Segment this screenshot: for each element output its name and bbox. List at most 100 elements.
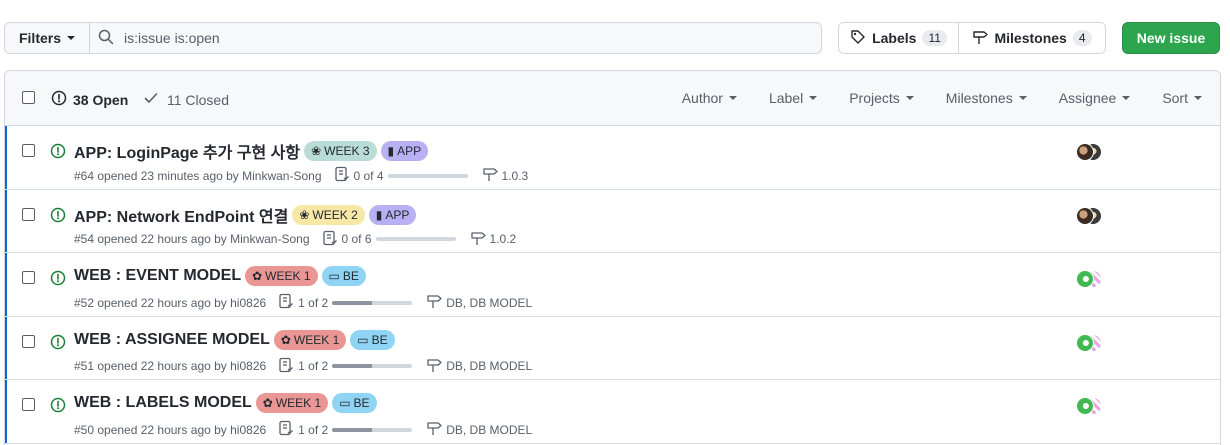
assignee-filter[interactable]: Assignee: [1059, 90, 1131, 106]
issue-title-line: APP: Network EndPoint 연결 ❀ WEEK 2 ▮ APP: [74, 203, 417, 227]
issue-label-text: APP: [397, 144, 422, 158]
issue-milestone[interactable]: 1.0.2: [470, 230, 516, 249]
task-count: 1 of 2: [298, 359, 329, 373]
milestones-button[interactable]: Milestones 4: [959, 23, 1105, 53]
flower-icon: ❀: [311, 144, 322, 158]
assignee-avatars[interactable]: [1076, 333, 1108, 355]
tulip-icon: ✿: [252, 269, 263, 283]
issue-milestone[interactable]: DB, DB MODEL: [426, 293, 532, 312]
issue-row[interactable]: APP: LoginPage 추가 구현 사항 ❀ WEEK 3 ▮ APP #64 …: [5, 126, 1220, 190]
sort-filter[interactable]: Sort: [1162, 90, 1202, 106]
milestone-icon: [470, 230, 486, 249]
closed-issues-toggle[interactable]: 11 Closed: [143, 90, 229, 109]
issue-labels: ✿ WEEK 1 ▭ BE: [255, 393, 377, 413]
flower-icon: ❀: [299, 207, 310, 222]
issue-checkbox[interactable]: [22, 334, 35, 348]
assignee-avatars[interactable]: [1076, 269, 1108, 291]
task-progress: 1 of 2: [278, 293, 413, 312]
issue-label[interactable]: ▮ APP: [380, 141, 429, 161]
avatar: [1076, 397, 1094, 415]
issue-row[interactable]: WEB : LABELS MODEL ✿ WEEK 1 ▭ BE #50 opened…: [5, 380, 1220, 444]
issue-opened-icon: [50, 334, 66, 353]
issue-opened-icon: [51, 90, 67, 109]
milestone-name: DB, DB MODEL: [446, 359, 533, 373]
issue-meta: #52 opened 22 hours ago by hi0826 1 of 2…: [74, 293, 532, 312]
issue-meta: #64 opened 23 minutes ago by Minkwan-Son…: [74, 166, 528, 185]
issue-checkbox[interactable]: [22, 398, 35, 411]
issue-title[interactable]: WEB : LABELS MODEL: [74, 394, 252, 412]
issue-checkbox[interactable]: [22, 271, 35, 284]
assignee-avatars[interactable]: [1076, 396, 1108, 418]
issue-label[interactable]: ▭ BE: [350, 329, 395, 350]
issue-label-text: BE: [353, 396, 370, 410]
issue-opened-info: #64 opened 23 minutes ago by Minkwan-Son…: [74, 168, 322, 183]
issue-title[interactable]: APP: LoginPage 추가 구현 사항: [74, 139, 300, 163]
issue-opened-icon: [50, 143, 66, 162]
label-filter[interactable]: Label: [769, 90, 818, 106]
search-box[interactable]: [90, 22, 822, 54]
issue-labels: ✿ WEEK 1 ▭ BE: [273, 329, 395, 350]
issue-meta: #54 opened 22 hours ago by Minkwan-Song …: [74, 230, 516, 249]
issue-label[interactable]: ✿ WEEK 1: [245, 266, 318, 286]
issue-row[interactable]: WEB : ASSIGNEE MODEL ✿ WEEK 1 ▭ BE #51 open…: [5, 316, 1220, 380]
caret-down-icon: [1122, 96, 1131, 100]
issue-label[interactable]: ▭ BE: [321, 266, 366, 286]
search-input[interactable]: [124, 30, 724, 46]
select-all-checkbox[interactable]: [22, 91, 35, 104]
author-filter-label: Author: [681, 90, 723, 106]
issue-milestone[interactable]: DB, DB MODEL: [426, 420, 532, 439]
issue-label[interactable]: ❀ WEEK 3: [304, 141, 377, 161]
issue-milestone[interactable]: 1.0.3: [482, 166, 528, 185]
search-icon: [98, 29, 114, 48]
tag-icon: [850, 29, 866, 48]
issue-title[interactable]: WEB : ASSIGNEE MODEL: [74, 331, 270, 349]
issue-title-line: WEB : LABELS MODEL ✿ WEEK 1 ▭ BE: [74, 393, 377, 413]
assignee-avatars[interactable]: [1076, 142, 1108, 164]
projects-filter[interactable]: Projects: [849, 90, 914, 106]
assignee-avatars[interactable]: [1076, 206, 1108, 228]
issue-labels: ✿ WEEK 1 ▭ BE: [245, 266, 366, 286]
task-progress: 1 of 2: [278, 420, 413, 439]
issue-label[interactable]: ▭ BE: [332, 393, 377, 413]
issue-checkbox[interactable]: [22, 207, 35, 221]
issue-label[interactable]: ▮ APP: [368, 204, 417, 225]
issue-milestone[interactable]: DB, DB MODEL: [426, 357, 532, 376]
issues-toolbar: Filters Labels 11 Milestones 4 New issue: [4, 22, 1222, 54]
issue-label[interactable]: ✿ WEEK 1: [255, 393, 329, 413]
new-issue-button[interactable]: New issue: [1122, 22, 1220, 54]
issue-row[interactable]: APP: Network EndPoint 연결 ❀ WEEK 2 ▮ APP #54…: [5, 189, 1220, 253]
milestones-count: 4: [1072, 30, 1092, 46]
issues-box: 38 Open 11 Closed Author Label Projects …: [4, 70, 1221, 445]
issue-label-text: APP: [385, 207, 410, 222]
milestone-icon: [426, 420, 442, 439]
sort-filter-label: Sort: [1162, 90, 1188, 106]
caret-down-icon: [728, 96, 737, 100]
tasklist-icon: [278, 293, 294, 312]
task-count: 1 of 2: [298, 422, 329, 437]
issue-label[interactable]: ❀ WEEK 2: [292, 204, 365, 225]
computer-icon: ▭: [357, 332, 369, 347]
projects-filter-label: Projects: [849, 90, 900, 106]
issue-label[interactable]: ✿ WEEK 1: [273, 329, 347, 350]
issue-labels: ❀ WEEK 2 ▮ APP: [292, 204, 417, 225]
caret-down-icon: [67, 36, 75, 40]
author-filter[interactable]: Author: [682, 90, 737, 106]
open-issues-toggle[interactable]: 38 Open: [51, 90, 128, 109]
issue-row[interactable]: WEB : EVENT MODEL ✿ WEEK 1 ▭ BE #52 opened …: [5, 253, 1220, 317]
task-progress-bar: [332, 427, 413, 432]
issue-title[interactable]: APP: Network EndPoint 연결: [74, 203, 288, 227]
milestone-name: DB, DB MODEL: [446, 422, 533, 437]
open-issues-label: 38 Open: [73, 91, 129, 108]
issue-title[interactable]: WEB : EVENT MODEL: [74, 267, 241, 285]
filters-label: Filters: [18, 30, 61, 46]
issue-label-text: BE: [342, 269, 359, 283]
assignee-filter-label: Assignee: [1058, 90, 1117, 106]
task-progress: 1 of 2: [278, 357, 413, 376]
labels-button[interactable]: Labels 11: [839, 23, 959, 53]
filters-button[interactable]: Filters: [4, 22, 90, 54]
milestones-filter[interactable]: Milestones: [946, 90, 1027, 106]
issue-opened-icon: [50, 207, 66, 226]
issue-meta: #50 opened 22 hours ago by hi0826 1 of 2…: [74, 420, 532, 439]
issue-checkbox[interactable]: [22, 144, 35, 157]
labels-label: Labels: [872, 30, 917, 46]
